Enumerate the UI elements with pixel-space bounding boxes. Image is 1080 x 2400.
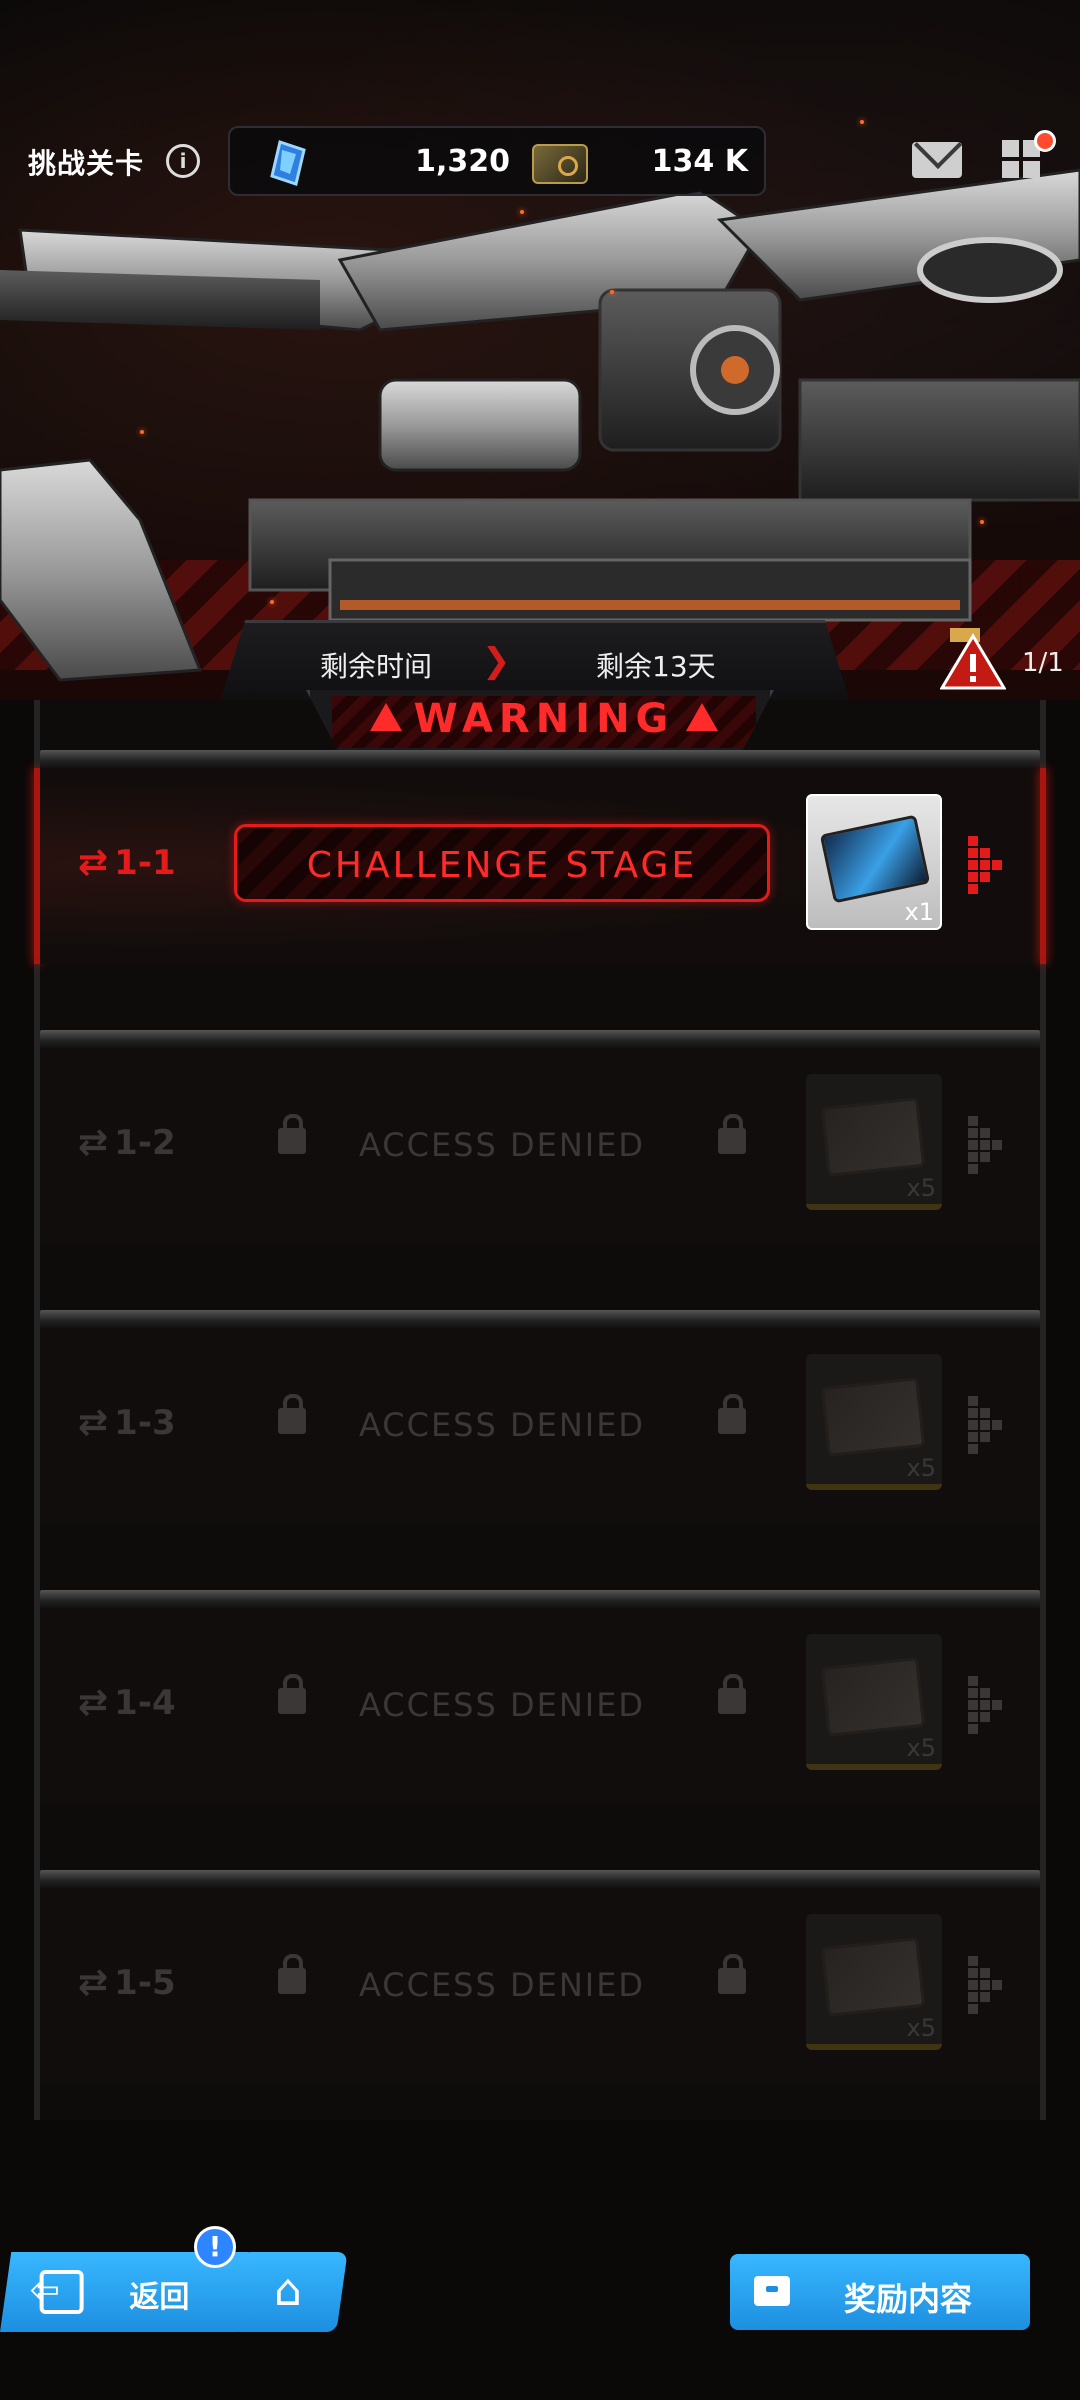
timer-bar: 剩余时间 ❯ 剩余13天 bbox=[220, 620, 850, 702]
stage-number: ⇄ 1-5 bbox=[78, 1962, 176, 2003]
reward-quantity: x5 bbox=[906, 2014, 936, 2042]
stage-row-1-2[interactable]: ⇄ 1-2 ACCESS DENIED x5 bbox=[40, 1030, 1040, 1262]
mech-artwork bbox=[0, 168, 1080, 682]
access-denied-label: ACCESS DENIED bbox=[358, 1126, 646, 1164]
stage-arrow-icon[interactable] bbox=[968, 836, 1008, 894]
stage-reward[interactable]: x1 bbox=[806, 794, 942, 930]
access-denied-label: ACCESS DENIED bbox=[358, 1406, 646, 1444]
repeat-icon: ⇄ bbox=[78, 1122, 109, 1163]
chest-icon bbox=[754, 2276, 790, 2306]
exit-icon bbox=[39, 2270, 84, 2314]
attempts-count: 1/1 bbox=[1022, 648, 1064, 678]
stage-number: ⇄ 1-1 bbox=[78, 842, 176, 883]
reward-quantity: x1 bbox=[904, 898, 934, 926]
gem-count: 1,320 bbox=[415, 144, 510, 179]
challenge-stage-button[interactable]: CHALLENGE STAGE bbox=[234, 824, 770, 902]
page-title: 挑战关卡 bbox=[28, 147, 145, 180]
stage-reward[interactable]: x5 bbox=[806, 1914, 942, 2050]
stage-row-1-4[interactable]: ⇄ 1-4 ACCESS DENIED x5 bbox=[40, 1590, 1040, 1822]
alert-badge: ! bbox=[194, 2226, 236, 2268]
warning-icon bbox=[369, 703, 402, 731]
warning-text: WARNING bbox=[413, 696, 675, 742]
stage-reward[interactable]: x5 bbox=[806, 1354, 942, 1490]
stage-row-1-1[interactable]: ⇄ 1-1 CHALLENGE STAGE x1 bbox=[34, 750, 1046, 982]
repeat-icon: ⇄ bbox=[78, 1962, 109, 2003]
lock-icon bbox=[718, 1394, 746, 1434]
reward-book-icon bbox=[820, 1937, 926, 2017]
lock-icon bbox=[718, 1674, 746, 1714]
lock-icon bbox=[718, 1954, 746, 1994]
hero-illustration bbox=[0, 0, 1080, 700]
rewards-button[interactable]: 奖励内容 bbox=[730, 2254, 1030, 2330]
reward-book-icon bbox=[820, 1657, 926, 1737]
reward-quantity: x5 bbox=[906, 1174, 936, 1202]
timer-label: 剩余时间 bbox=[320, 650, 433, 683]
stage-arrow-icon[interactable] bbox=[968, 1676, 1008, 1734]
info-icon[interactable]: i bbox=[166, 144, 200, 178]
repeat-icon: ⇄ bbox=[78, 842, 109, 883]
stage-number: ⇄ 1-2 bbox=[78, 1122, 176, 1163]
home-icon: ⌂ bbox=[274, 2265, 303, 2316]
stage-row-1-5[interactable]: ⇄ 1-5 ACCESS DENIED x5 bbox=[40, 1870, 1040, 2102]
danger-icon bbox=[940, 628, 1006, 690]
home-button[interactable]: ⌂ bbox=[238, 2252, 348, 2332]
access-denied-label: ACCESS DENIED bbox=[358, 1966, 646, 2004]
timer-value: 剩余13天 bbox=[596, 650, 716, 683]
stage-arrow-icon[interactable] bbox=[968, 1396, 1008, 1454]
reward-card-icon bbox=[819, 814, 931, 904]
access-denied-label: ACCESS DENIED bbox=[358, 1686, 646, 1724]
reward-quantity: x5 bbox=[906, 1734, 936, 1762]
stage-arrow-icon[interactable] bbox=[968, 1956, 1008, 2014]
gem-icon bbox=[270, 140, 306, 186]
reward-book-icon bbox=[820, 1097, 926, 1177]
currency-panel: 1,320 + 134 K bbox=[228, 126, 766, 196]
stage-number: ⇄ 1-4 bbox=[78, 1682, 176, 1723]
back-label: 返回 bbox=[129, 2280, 190, 2315]
reward-quantity: x5 bbox=[906, 1454, 936, 1482]
stage-number: ⇄ 1-3 bbox=[78, 1402, 176, 1443]
stage-reward[interactable]: x5 bbox=[806, 1074, 942, 1210]
reward-book-icon bbox=[820, 1377, 926, 1457]
coin-count: 134 K bbox=[651, 144, 748, 179]
top-bar: 挑战关卡 i 1,320 + 134 K bbox=[0, 120, 1080, 204]
stage-row-1-3[interactable]: ⇄ 1-3 ACCESS DENIED x5 bbox=[40, 1310, 1040, 1542]
rewards-label: 奖励内容 bbox=[844, 2280, 973, 2318]
repeat-icon: ⇄ bbox=[78, 1682, 109, 1723]
mail-icon[interactable] bbox=[912, 142, 962, 178]
chevron-right-icon: ❯ bbox=[482, 641, 511, 681]
repeat-icon: ⇄ bbox=[78, 1402, 109, 1443]
stage-arrow-icon[interactable] bbox=[968, 1116, 1008, 1174]
warning-icon bbox=[686, 703, 719, 731]
stage-reward[interactable]: x5 bbox=[806, 1634, 942, 1770]
lock-icon bbox=[718, 1114, 746, 1154]
coin-icon bbox=[532, 144, 588, 184]
notification-dot bbox=[1034, 130, 1056, 152]
